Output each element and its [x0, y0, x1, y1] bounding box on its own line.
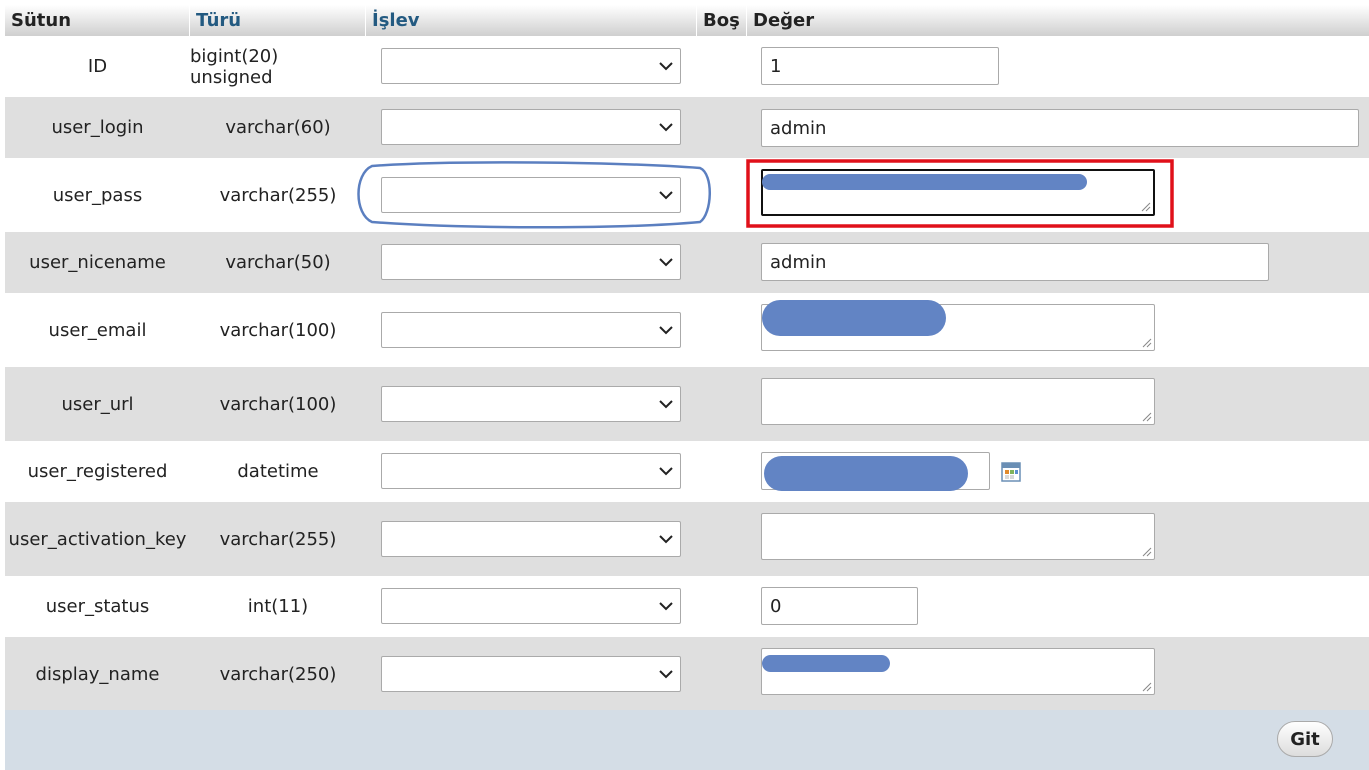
redaction-mark	[762, 300, 946, 336]
redaction-mark	[764, 456, 968, 491]
column-name: ID	[87, 56, 108, 77]
table-row: user_nicename varchar(50) admin	[5, 232, 1369, 293]
chevron-down-icon	[659, 602, 673, 611]
chevron-down-icon	[659, 123, 673, 132]
redaction-mark	[762, 174, 1087, 190]
value-input[interactable]: 0	[761, 587, 918, 625]
column-type: int(11)	[247, 596, 309, 617]
function-select[interactable]	[381, 244, 681, 280]
value-textarea[interactable]	[761, 513, 1155, 560]
value-input[interactable]: 1	[761, 47, 999, 85]
column-name: user_status	[45, 596, 150, 617]
column-type: varchar(60)	[225, 117, 331, 138]
column-name: user_pass	[52, 184, 143, 206]
form-footer	[5, 710, 1369, 770]
column-name: user_url	[61, 393, 134, 415]
value-textarea[interactable]	[761, 378, 1155, 425]
table-row: user_email varchar(100)	[5, 293, 1369, 367]
column-type: varchar(250)	[219, 663, 337, 685]
table-row: user_login varchar(60) admin	[5, 97, 1369, 158]
header-value: Değer	[753, 10, 815, 31]
column-type: bigint(20) unsigned	[190, 45, 279, 88]
column-name: user_nicename	[29, 252, 166, 273]
column-name: display_name	[35, 663, 160, 685]
table-row: user_status int(11) 0	[5, 576, 1369, 637]
function-select[interactable]	[381, 656, 681, 692]
column-name: user_activation_key	[8, 528, 187, 550]
chevron-down-icon	[659, 400, 673, 409]
table-row: display_name varchar(250)	[5, 637, 1369, 711]
column-type: varchar(100)	[219, 393, 337, 415]
column-name: user_email	[48, 319, 147, 341]
chevron-down-icon	[659, 670, 673, 679]
column-name: user_login	[51, 117, 144, 138]
header-null: Boş	[703, 10, 740, 31]
function-select[interactable]	[381, 48, 681, 84]
redaction-mark	[762, 655, 890, 672]
resize-grip-icon	[1142, 338, 1152, 348]
table-row: user_registered datetime	[5, 441, 1369, 502]
column-type: varchar(255)	[219, 528, 337, 550]
table-row: user_url varchar(100)	[5, 367, 1369, 441]
header-type-link[interactable]: Türü	[190, 5, 365, 36]
function-select[interactable]	[381, 312, 681, 348]
chevron-down-icon	[659, 62, 673, 71]
resize-grip-icon	[1142, 682, 1152, 692]
chevron-down-icon	[659, 191, 673, 200]
function-select[interactable]	[381, 521, 681, 557]
function-select[interactable]	[381, 588, 681, 624]
column-name: user_registered	[27, 461, 168, 482]
table-row: user_pass varchar(255)	[5, 158, 1369, 232]
function-select[interactable]	[381, 386, 681, 422]
chevron-down-icon	[659, 535, 673, 544]
resize-grip-icon	[1141, 202, 1151, 212]
chevron-down-icon	[659, 258, 673, 267]
go-button[interactable]: Git	[1277, 721, 1333, 757]
value-input[interactable]: admin	[761, 243, 1269, 281]
column-type: varchar(50)	[225, 252, 331, 273]
column-type: datetime	[237, 461, 319, 482]
resize-grip-icon	[1142, 412, 1152, 422]
header-column: Sütun	[11, 10, 72, 31]
header-function-link[interactable]: İşlev	[366, 5, 696, 36]
table-row: user_activation_key varchar(255)	[5, 502, 1369, 576]
table-row: ID bigint(20) unsigned 1	[5, 36, 1369, 97]
chevron-down-icon	[659, 326, 673, 335]
function-select[interactable]	[381, 453, 681, 489]
column-type: varchar(255)	[219, 184, 337, 206]
chevron-down-icon	[659, 467, 673, 476]
function-select[interactable]	[381, 177, 681, 213]
resize-grip-icon	[1142, 547, 1152, 557]
function-select[interactable]	[381, 109, 681, 145]
column-type: varchar(100)	[219, 319, 337, 341]
value-input[interactable]: admin	[761, 109, 1359, 147]
calendar-icon[interactable]	[1001, 462, 1021, 482]
